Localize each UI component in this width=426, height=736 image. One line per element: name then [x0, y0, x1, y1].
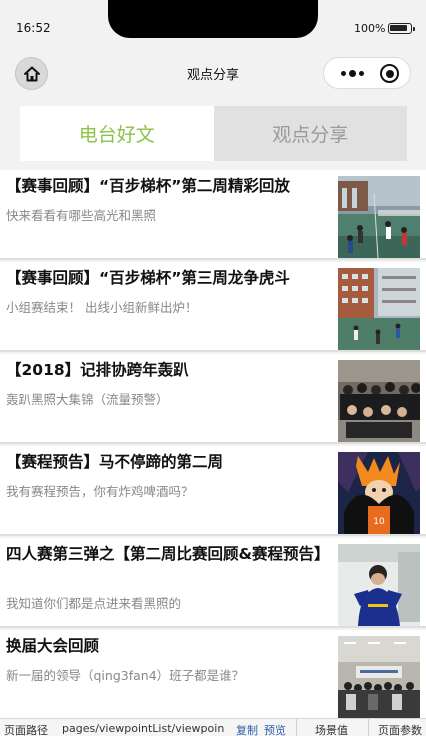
- list-item[interactable]: 【赛事回顾】“百步梯杯”第三周龙争虎斗 小组赛结束！ 出线小组新鲜出炉！: [0, 262, 426, 352]
- tab-bar: 电台好文 观点分享: [20, 106, 407, 161]
- article-description: 我知道你们都是点进来看黑照的: [6, 596, 182, 611]
- devtools-bottom-bar: 页面路径 pages/viewpointList/viewpoin 复制 预览 …: [0, 718, 426, 736]
- article-title: 四人赛第三弹之【第二周比赛回顾&赛程预告】: [6, 545, 330, 563]
- list-item[interactable]: 【赛事回顾】“百步梯杯”第二周精彩回放 快来看看有哪些高光和黑照: [0, 170, 426, 260]
- battery-percentage: 100%: [354, 22, 386, 35]
- list-item[interactable]: 四人赛第三弹之【第二周比赛回顾&赛程预告】 我知道你们都是点进来看黑照的: [0, 538, 426, 628]
- article-thumbnail: 10: [338, 452, 420, 534]
- article-description: 轰趴黑照大集锦（流量预警）: [6, 392, 169, 407]
- article-thumbnail: [338, 360, 420, 442]
- battery-icon: [388, 23, 415, 34]
- page-params-label[interactable]: 页面参数: [378, 722, 422, 736]
- page-path-label: 页面路径: [4, 724, 48, 736]
- tab-viewpoint-share[interactable]: 观点分享: [213, 106, 407, 161]
- article-description: 小组赛结束！ 出线小组新鲜出炉！: [6, 300, 198, 315]
- article-thumbnail: [338, 268, 420, 350]
- article-title: 【赛程预告】马不停蹄的第二周: [6, 453, 224, 471]
- list-item[interactable]: 换届大会回顾 新一届的领导（qing3fan4）班子都是谁？: [0, 630, 426, 718]
- article-description: 快来看看有哪些高光和黑照: [6, 208, 157, 223]
- menu-capsule: [323, 57, 411, 89]
- divider: [296, 719, 297, 736]
- article-description: 我有赛程预告，你有炸鸡啤酒吗？: [6, 484, 194, 499]
- tab-radio-articles[interactable]: 电台好文: [20, 106, 214, 161]
- copy-link[interactable]: 复制: [236, 722, 258, 736]
- svg-text:10: 10: [373, 517, 385, 527]
- article-title: 【2018】记排协跨年轰趴: [6, 361, 189, 379]
- device-notch: [108, 0, 318, 38]
- status-time: 16:52: [16, 21, 51, 35]
- more-icon[interactable]: [332, 58, 372, 88]
- page-path-value: pages/viewpointList/viewpoin: [62, 722, 225, 735]
- article-description: 新一届的领导（qing3fan4）班子都是谁？: [6, 668, 245, 683]
- list-item[interactable]: 【赛程预告】马不停蹄的第二周 我有赛程预告，你有炸鸡啤酒吗？ 10: [0, 446, 426, 536]
- list-item[interactable]: 【2018】记排协跨年轰趴 轰趴黑照大集锦（流量预警）: [0, 354, 426, 444]
- article-title: 换届大会回顾: [6, 637, 100, 655]
- article-thumbnail: [338, 636, 420, 718]
- preview-link[interactable]: 预览: [264, 722, 286, 736]
- navigation-bar: 观点分享: [0, 50, 426, 96]
- divider: [368, 719, 369, 736]
- close-icon[interactable]: [380, 64, 399, 83]
- scene-label[interactable]: 场景值: [315, 722, 348, 736]
- article-title: 【赛事回顾】“百步梯杯”第二周精彩回放: [6, 177, 290, 195]
- article-title: 【赛事回顾】“百步梯杯”第三周龙争虎斗: [6, 269, 290, 287]
- article-thumbnail: [338, 544, 420, 626]
- article-list: 【赛事回顾】“百步梯杯”第二周精彩回放 快来看看有哪些高光和黑照 【赛事回顾】“…: [0, 170, 426, 718]
- article-thumbnail: [338, 176, 420, 258]
- status-bar: 16:52 100%: [0, 0, 426, 50]
